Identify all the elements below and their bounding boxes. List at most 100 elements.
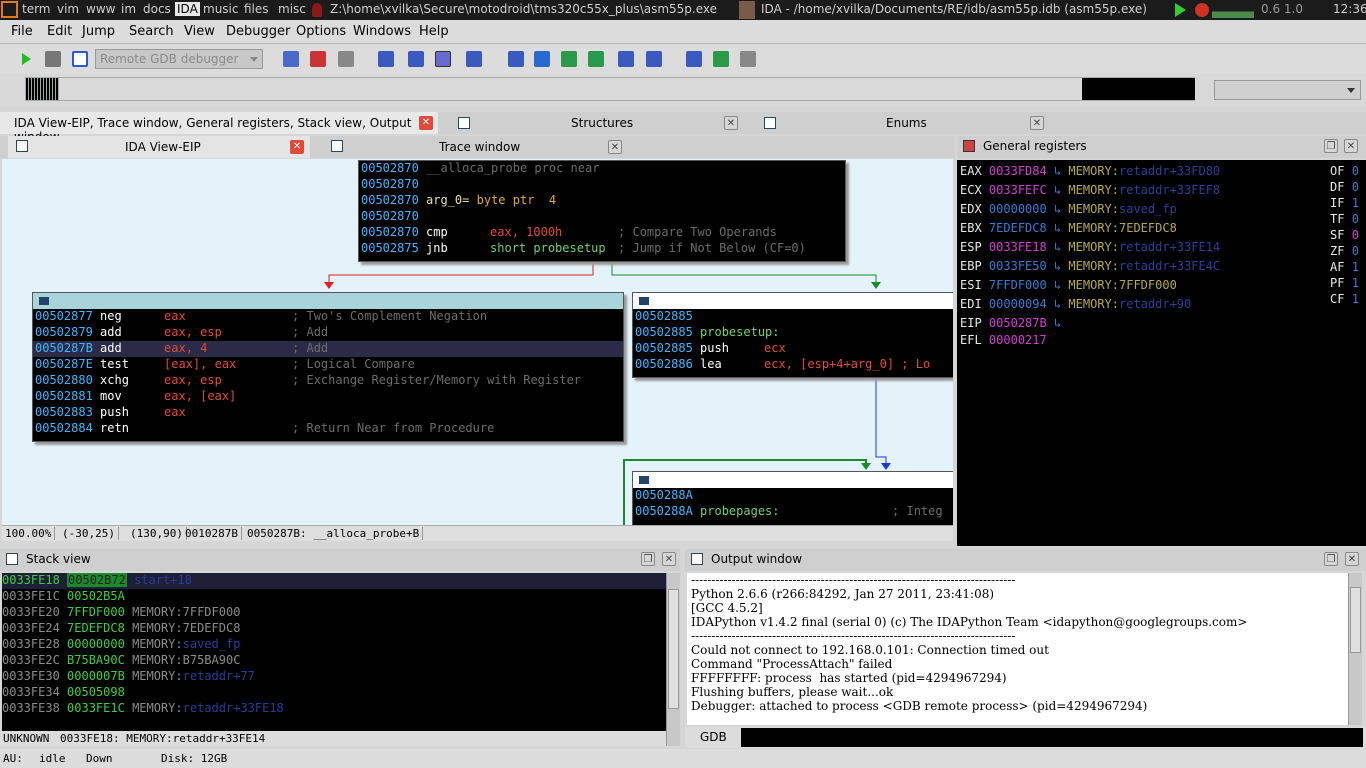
code-line[interactable]: 00502885 push ecx — [633, 341, 953, 357]
stack-row-current[interactable]: 0033FE18 00502B72 start+18 — [2, 573, 666, 589]
close-icon[interactable]: ✕ — [608, 140, 622, 154]
menu-jump[interactable]: Jump — [82, 24, 115, 39]
register-row[interactable]: EDX 00000000 ↳ MEMORY:saved_fp — [960, 202, 1177, 221]
attach-process-icon[interactable] — [310, 51, 326, 67]
menu-view[interactable]: View — [184, 24, 215, 39]
flag-af[interactable]: AF 1 — [1330, 260, 1359, 274]
step-into-icon[interactable] — [378, 51, 394, 67]
code-line[interactable]: 00502875 jnb short probesetup; Jump if No… — [359, 241, 845, 257]
register-row[interactable]: EBP 0033FE50 ↳ MEMORY:retaddr+33FE4C — [960, 259, 1220, 278]
code-line[interactable]: 00502886 lea ecx, [esp+4+arg_0] ; Lo — [633, 357, 953, 373]
code-line[interactable]: 00502870 __alloca_probe proc near — [359, 161, 845, 177]
navigation-bar[interactable] — [25, 77, 1195, 101]
debugger-options-icon[interactable] — [283, 51, 299, 67]
close-icon[interactable]: ✕ — [290, 140, 304, 154]
flag-pf[interactable]: PF 1 — [1330, 276, 1359, 290]
tab-ida-view[interactable]: IDA View-EIP ✕ — [8, 136, 310, 158]
gdb-command-input[interactable] — [741, 728, 1363, 747]
menu-search[interactable]: Search — [129, 24, 174, 39]
code-line[interactable]: 0050287E test [eax], eax; Logical Compare — [33, 357, 623, 373]
stack-row[interactable]: 0033FE28 00000000 MEMORY:saved_fp — [2, 637, 666, 653]
scroll-thumb[interactable] — [1350, 587, 1361, 653]
stack-view[interactable]: 0033FE18 00502B72 start+18 0033FE1C 0050… — [2, 573, 666, 731]
code-line[interactable]: 00502881 mov eax, [eax] — [33, 389, 623, 405]
function-trace-icon[interactable] — [588, 51, 604, 67]
flag-tf[interactable]: TF 0 — [1330, 212, 1359, 226]
flag-zf[interactable]: ZF 0 — [1330, 244, 1359, 258]
stack-row[interactable]: 0033FE24 7EDEFDC8 MEMORY:7EDEFDC8 — [2, 621, 666, 637]
step-until-return-icon[interactable] — [466, 51, 482, 67]
color-icon[interactable] — [639, 476, 649, 484]
window-title-2[interactable]: IDA - /home/xvilka/Documents/RE/idb/asm5… — [761, 2, 1147, 16]
code-line[interactable]: 00502870 arg_0= byte ptr 4 — [359, 193, 845, 209]
debugger-select[interactable]: Remote GDB debugger — [95, 49, 263, 69]
restore-icon[interactable]: ❐ — [1324, 552, 1338, 566]
trace-icon[interactable] — [534, 51, 550, 67]
color-icon[interactable] — [639, 297, 649, 305]
stack-row[interactable]: 0033FE34 00505098 — [2, 685, 666, 701]
code-line[interactable]: 0050288A probepages:; Integ — [633, 504, 953, 520]
close-icon[interactable]: ✕ — [1345, 552, 1359, 566]
menu-debugger[interactable]: Debugger — [226, 24, 290, 39]
register-row[interactable]: ESI 7FFDF000 ↳ MEMORY:7FFDF000 — [960, 278, 1177, 297]
scroll-thumb[interactable] — [668, 589, 679, 709]
tag-music[interactable]: music — [203, 2, 238, 16]
window-title-1[interactable]: Z:\home\xvilka\Secure\motodroid\tms320c5… — [330, 2, 717, 16]
stack-row[interactable]: 0033FE1C 00502B5A — [2, 589, 666, 605]
graph-icon[interactable] — [686, 51, 702, 67]
register-row[interactable]: ESP 0033FE18 ↳ MEMORY:retaddr+33FE14 — [960, 240, 1220, 259]
nav-select[interactable] — [1214, 80, 1361, 100]
windows-icon[interactable] — [646, 51, 662, 67]
node-probesetup[interactable]: 00502885 00502885 probesetup: 00502885 p… — [632, 292, 953, 378]
menu-help[interactable]: Help — [419, 24, 449, 39]
instruction-trace-icon[interactable] — [561, 51, 577, 67]
register-row[interactable]: ECX 0033FEFC ↳ MEMORY:retaddr+33FEF8 — [960, 183, 1220, 202]
tag-docs[interactable]: docs — [143, 2, 171, 16]
run-to-cursor-icon[interactable] — [435, 51, 451, 67]
tools-icon[interactable] — [740, 51, 756, 67]
output-scrollbar[interactable] — [1348, 573, 1362, 725]
close-icon[interactable]: ✕ — [1030, 116, 1044, 130]
tag-vim[interactable]: vim — [57, 2, 79, 16]
start-debug-icon[interactable] — [18, 51, 34, 67]
tag-term[interactable]: term — [22, 2, 51, 16]
stack-row[interactable]: 0033FE30 0000007B MEMORY:retaddr+77 — [2, 669, 666, 685]
restore-icon[interactable]: ❐ — [1324, 139, 1338, 153]
code-line[interactable]: 00502884 retn; Return Near from Procedur… — [33, 421, 623, 437]
stack-row[interactable]: 0033FE2C B75BA90C MEMORY:B75BA90C — [2, 653, 666, 669]
flag-of[interactable]: OF 0 — [1330, 164, 1359, 178]
flag-df[interactable]: DF 0 — [1330, 180, 1359, 194]
menu-options[interactable]: Options — [296, 24, 346, 39]
code-line[interactable]: 00502885 probesetup: — [633, 325, 953, 341]
tab-trace-window[interactable]: Trace window ✕ — [321, 136, 627, 158]
flag-cf[interactable]: CF 1 — [1330, 292, 1359, 306]
code-line[interactable]: 00502870 — [359, 209, 845, 225]
detach-icon[interactable] — [338, 51, 354, 67]
menu-windows[interactable]: Windows — [353, 24, 411, 39]
stop-icon[interactable] — [72, 51, 88, 67]
code-line[interactable]: 00502880 xchg eax, esp; Exchange Register… — [33, 373, 623, 389]
close-icon[interactable]: ✕ — [662, 552, 676, 566]
output-view[interactable]: ----------------------------------------… — [687, 573, 1348, 725]
close-icon[interactable]: ✕ — [1344, 139, 1358, 153]
tab-structures[interactable]: Structures ✕ — [452, 112, 744, 134]
tag-misc[interactable]: misc — [278, 2, 306, 16]
graph-view[interactable]: 00502870 __alloca_probe proc near 005028… — [2, 159, 953, 525]
stack-scrollbar[interactable] — [666, 573, 680, 746]
code-line[interactable]: 00502883 push eax — [33, 405, 623, 421]
flag-sf[interactable]: SF 0 — [1330, 228, 1359, 242]
color-icon[interactable] — [39, 297, 49, 305]
register-row[interactable]: EDI 00000094 ↳ MEMORY:retaddr+90 — [960, 297, 1191, 316]
code-line[interactable]: 00502870 — [359, 177, 845, 193]
menu-edit[interactable]: Edit — [47, 24, 72, 39]
pause-icon[interactable] — [45, 51, 61, 67]
flag-if[interactable]: IF 1 — [1330, 196, 1359, 210]
close-icon[interactable]: ✕ — [419, 116, 433, 130]
code-line[interactable]: 0050288A — [633, 488, 953, 504]
node-left[interactable]: 00502877 neg eax; Two's Complement Negati… — [32, 292, 624, 442]
registers-view[interactable]: EAX 0033FD84 ↳ MEMORY:retaddr+33FD80 ECX… — [957, 160, 1366, 546]
code-line[interactable]: 00502870 cmp eax, 1000h; Compare Two Oper… — [359, 225, 845, 241]
node-probepages[interactable]: 0050288A 0050288A probepages:; Integ — [632, 471, 953, 525]
code-line[interactable]: 00502877 neg eax; Two's Complement Negati… — [33, 309, 623, 325]
code-line[interactable]: 00502885 — [633, 309, 953, 325]
